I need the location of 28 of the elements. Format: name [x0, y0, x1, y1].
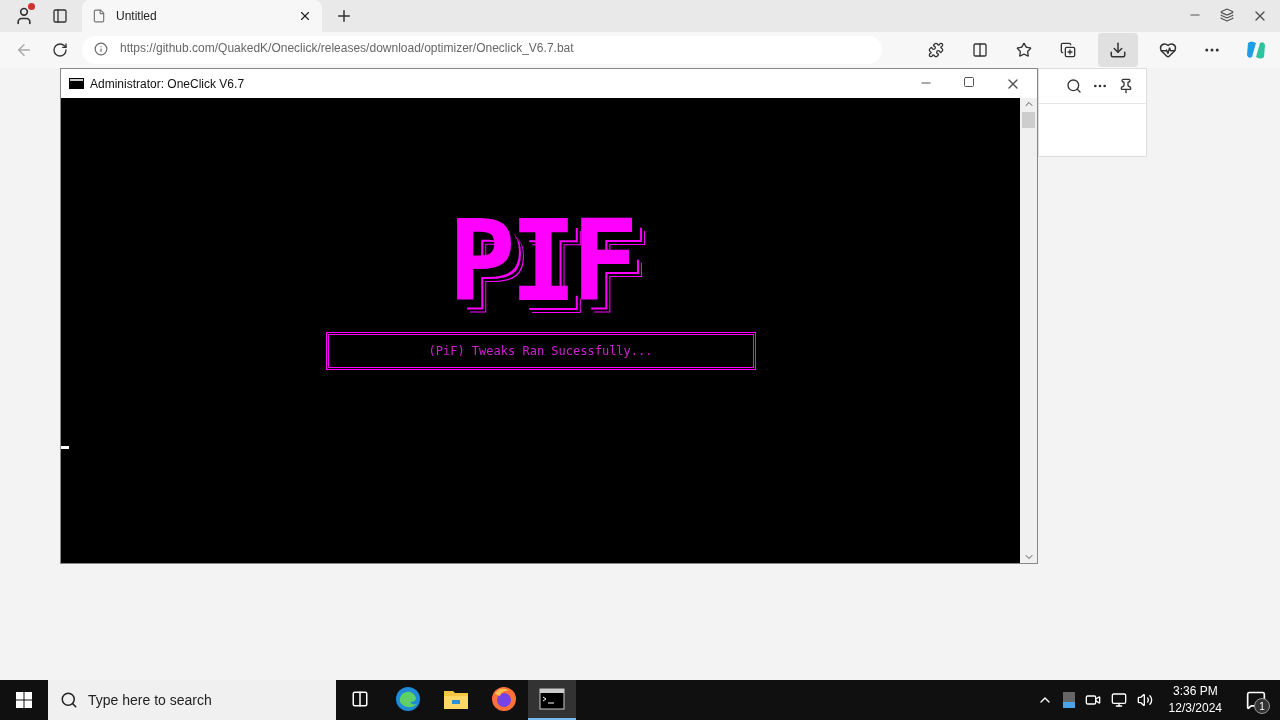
message-icon	[1246, 690, 1266, 710]
browser-tab[interactable]: Untitled	[82, 0, 322, 32]
firefox-icon	[491, 686, 517, 712]
status-message: (PiF) Tweaks Ran Sucessfully...	[325, 332, 756, 370]
taskbar-app[interactable]	[528, 680, 576, 720]
folder-icon	[443, 688, 469, 710]
edge-icon	[395, 686, 421, 712]
clock[interactable]: 3:36 PM 12/3/2024	[1168, 683, 1222, 717]
search-icon[interactable]	[1066, 78, 1082, 94]
close-icon[interactable]	[298, 9, 312, 23]
camera-icon[interactable]	[1084, 692, 1101, 708]
terminal-icon	[539, 688, 565, 710]
storage-icon[interactable]	[1062, 692, 1075, 708]
notifications-button[interactable]: 1	[1238, 680, 1274, 720]
window-title: Administrator: OneClick V6.7	[90, 76, 245, 91]
windows-logo-icon	[16, 692, 32, 708]
scrollbar-thumb[interactable]	[1022, 112, 1035, 128]
network-icon[interactable]	[1110, 692, 1127, 708]
maximize-icon[interactable]	[963, 75, 975, 88]
search-icon	[60, 691, 78, 709]
console-icon	[69, 78, 84, 89]
taskbar-search-field[interactable]: Type here to search	[48, 680, 336, 720]
address-bar[interactable]: https://github.com/QuakedK/Oneclick/releases/download/optimizer/Oneclick_V6.7.bat	[82, 36, 882, 64]
volume-icon[interactable]	[1136, 692, 1153, 708]
pin-icon[interactable]	[1118, 78, 1134, 94]
download-icon[interactable]	[1098, 33, 1138, 67]
file-icon	[92, 9, 106, 23]
notification-count: 1	[1254, 698, 1270, 714]
